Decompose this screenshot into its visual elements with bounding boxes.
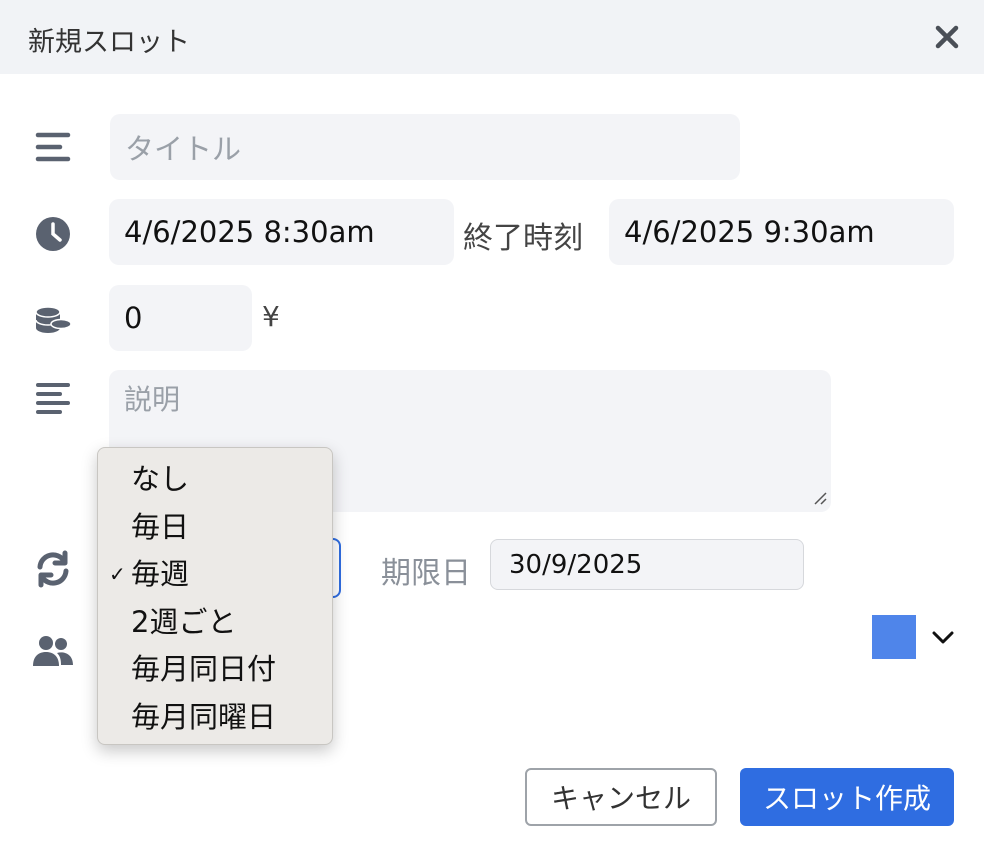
chevron-down-icon[interactable] — [930, 624, 956, 650]
recurrence-option[interactable]: 毎日 — [98, 504, 332, 552]
description-lines-icon — [32, 378, 74, 420]
recurrence-dropdown-menu: なし 毎日 ✓ 毎週 2週ごと 毎月同日付 毎月同曜日 — [97, 447, 333, 745]
clock-icon — [32, 213, 74, 255]
deadline-date-field[interactable]: 30/9/2025 — [490, 539, 804, 590]
resize-handle-icon[interactable] — [812, 490, 828, 506]
end-time-label: 終了時刻 — [463, 221, 583, 256]
start-time-field[interactable]: 4/6/2025 8:30am — [109, 199, 454, 265]
title-input[interactable]: タイトル — [110, 114, 740, 180]
repeat-icon — [32, 548, 74, 590]
create-slot-button[interactable]: スロット作成 — [740, 768, 954, 826]
currency-label: ¥ — [262, 300, 280, 333]
dialog-header: 新規スロット — [0, 0, 984, 74]
recurrence-option-selected[interactable]: ✓ 毎週 — [98, 551, 332, 599]
recurrence-option[interactable]: 毎月同日付 — [98, 646, 332, 694]
color-swatch[interactable] — [872, 615, 916, 659]
recurrence-option[interactable]: 毎月同曜日 — [98, 694, 332, 742]
check-icon: ✓ — [109, 562, 126, 586]
coins-icon — [32, 298, 74, 340]
recurrence-option[interactable]: 2週ごと — [98, 599, 332, 647]
price-input[interactable]: 0 — [109, 285, 252, 351]
end-time-field[interactable]: 4/6/2025 9:30am — [609, 199, 954, 265]
close-icon[interactable] — [930, 20, 964, 54]
title-lines-icon — [32, 126, 74, 168]
recurrence-option[interactable]: なし — [98, 456, 332, 504]
users-icon — [32, 630, 74, 672]
dialog-title: 新規スロット — [28, 27, 190, 58]
cancel-button[interactable]: キャンセル — [525, 768, 717, 826]
deadline-label: 期限日 — [381, 556, 471, 591]
